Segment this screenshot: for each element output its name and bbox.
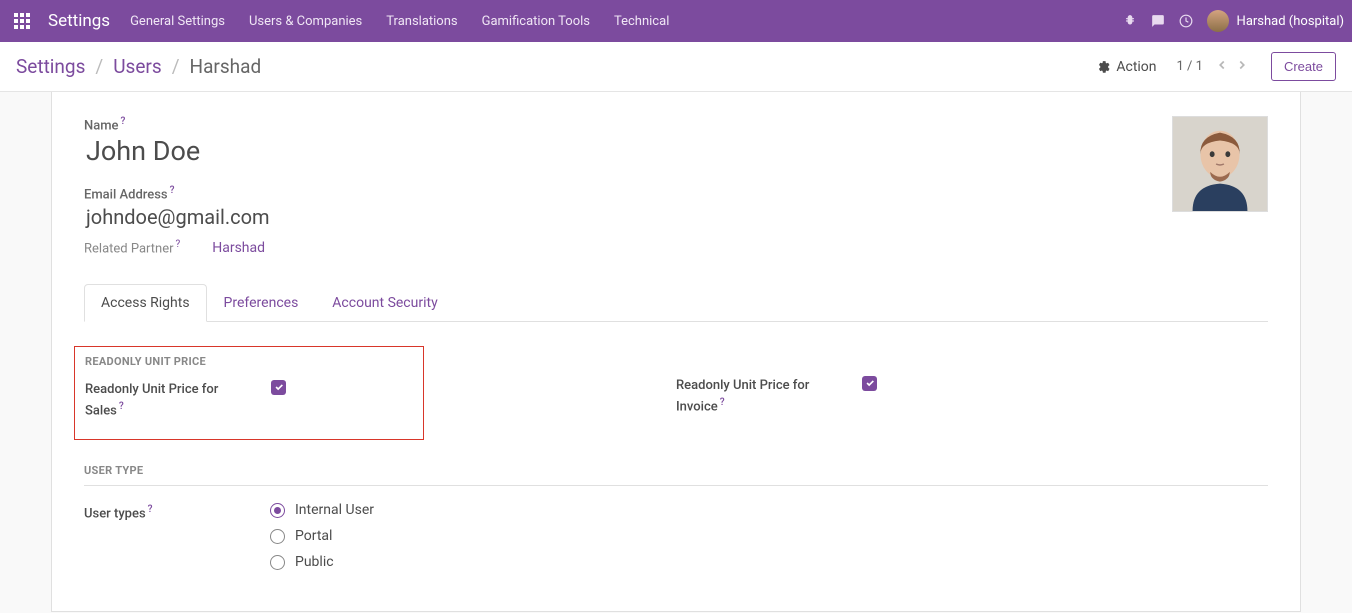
help-icon[interactable]: ? bbox=[720, 397, 725, 408]
radio-label: Internal User bbox=[295, 502, 374, 518]
clock-icon[interactable] bbox=[1179, 14, 1193, 28]
nav-item-translations[interactable]: Translations bbox=[386, 14, 457, 29]
tab-access-rights[interactable]: Access Rights bbox=[84, 284, 207, 322]
radio-public[interactable]: Public bbox=[270, 554, 374, 570]
messaging-icon[interactable] bbox=[1151, 14, 1165, 28]
app-title: Settings bbox=[48, 11, 110, 31]
create-button[interactable]: Create bbox=[1271, 52, 1336, 81]
breadcrumb: Settings / Users / Harshad bbox=[16, 55, 261, 78]
nav-menu: General Settings Users & Companies Trans… bbox=[130, 14, 669, 29]
help-icon[interactable]: ? bbox=[148, 504, 153, 515]
debug-icon[interactable] bbox=[1123, 14, 1137, 28]
action-button[interactable]: Action bbox=[1096, 59, 1156, 75]
pager: 1 / 1 bbox=[1177, 58, 1251, 76]
radio-icon bbox=[270, 529, 285, 544]
related-partner-link[interactable]: Harshad bbox=[212, 240, 265, 256]
radio-internal-user[interactable]: Internal User bbox=[270, 502, 374, 518]
user-types-label: User types? bbox=[84, 502, 254, 524]
nav-item-gamification[interactable]: Gamification Tools bbox=[482, 14, 590, 29]
breadcrumb-users[interactable]: Users bbox=[113, 55, 161, 78]
tab-preferences[interactable]: Preferences bbox=[207, 284, 316, 322]
user-types-radio-group: Internal User Portal Public bbox=[270, 502, 374, 570]
breadcrumb-separator: / bbox=[95, 55, 103, 78]
action-label: Action bbox=[1116, 59, 1156, 75]
radio-portal[interactable]: Portal bbox=[270, 528, 374, 544]
apps-icon[interactable] bbox=[8, 7, 36, 35]
breadcrumb-separator: / bbox=[172, 55, 180, 78]
user-label: Harshad (hospital) bbox=[1237, 14, 1344, 29]
pager-text: 1 / 1 bbox=[1177, 59, 1203, 74]
user-menu[interactable]: Harshad (hospital) bbox=[1207, 10, 1344, 32]
avatar-icon bbox=[1207, 10, 1229, 32]
chevron-right-icon bbox=[1235, 58, 1249, 72]
check-icon bbox=[865, 378, 875, 388]
user-photo bbox=[1173, 117, 1267, 211]
avatar[interactable] bbox=[1172, 116, 1268, 212]
help-icon[interactable]: ? bbox=[170, 185, 175, 196]
readonly-sales-label: Readonly Unit Price for Sales? bbox=[85, 380, 255, 421]
top-nav: Settings General Settings Users & Compan… bbox=[0, 0, 1352, 42]
nav-item-technical[interactable]: Technical bbox=[614, 14, 669, 29]
section-readonly-title: READONLY UNIT PRICE bbox=[85, 355, 423, 368]
chevron-left-icon bbox=[1215, 58, 1229, 72]
breadcrumb-current: Harshad bbox=[190, 55, 262, 78]
form-sheet: Name? John Doe Email Address? johndoe@gm… bbox=[51, 92, 1301, 612]
breadcrumb-settings[interactable]: Settings bbox=[16, 55, 85, 78]
name-field[interactable]: John Doe bbox=[86, 135, 1172, 167]
control-bar: Settings / Users / Harshad Action 1 / 1 … bbox=[0, 42, 1352, 92]
name-label: Name? bbox=[84, 116, 1172, 133]
radio-icon bbox=[270, 555, 285, 570]
section-usertype-title: USER TYPE bbox=[84, 464, 1268, 486]
highlight-annotation: READONLY UNIT PRICE Readonly Unit Price … bbox=[74, 346, 424, 440]
readonly-sales-checkbox[interactable] bbox=[271, 380, 286, 395]
tabs: Access Rights Preferences Account Securi… bbox=[84, 284, 1268, 322]
email-field[interactable]: johndoe@gmail.com bbox=[86, 205, 1172, 229]
pager-prev[interactable] bbox=[1213, 58, 1231, 76]
gear-icon bbox=[1096, 60, 1110, 74]
readonly-invoice-checkbox[interactable] bbox=[862, 376, 877, 391]
help-icon[interactable]: ? bbox=[176, 239, 181, 250]
radio-icon bbox=[270, 503, 285, 518]
help-icon[interactable]: ? bbox=[119, 401, 124, 412]
readonly-invoice-label: Readonly Unit Price for Invoice? bbox=[676, 376, 846, 417]
nav-item-general[interactable]: General Settings bbox=[130, 14, 225, 29]
tab-account-security[interactable]: Account Security bbox=[315, 284, 454, 322]
related-partner-label: Related Partner? bbox=[84, 239, 180, 256]
email-label: Email Address? bbox=[84, 185, 1172, 202]
pager-next[interactable] bbox=[1233, 58, 1251, 76]
help-icon[interactable]: ? bbox=[121, 116, 126, 127]
radio-label: Public bbox=[295, 554, 334, 570]
section-user-type: USER TYPE User types? Internal User Port… bbox=[84, 464, 1268, 570]
radio-label: Portal bbox=[295, 528, 332, 544]
nav-item-users[interactable]: Users & Companies bbox=[249, 14, 362, 29]
check-icon bbox=[274, 382, 284, 392]
